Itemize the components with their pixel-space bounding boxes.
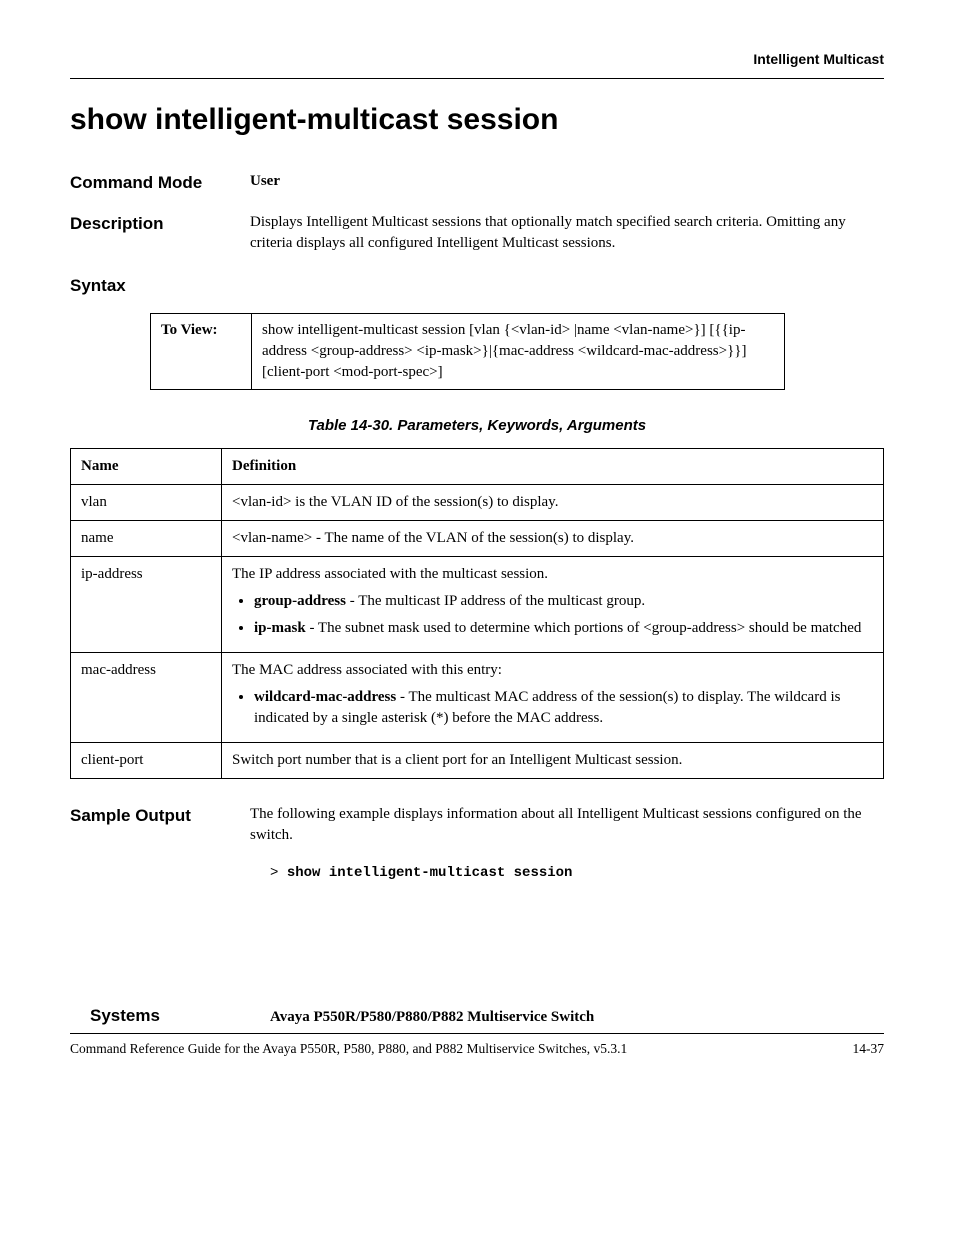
sample-output-row: Sample Output The following example disp…	[70, 804, 884, 846]
bullet-term: wildcard-mac-address	[254, 689, 396, 705]
header-rule	[70, 78, 884, 79]
list-item: ip-mask - The subnet mask used to determ…	[254, 618, 873, 639]
syntax-row: To View: show intelligent-multicast sess…	[151, 314, 785, 390]
param-table: Name Definition vlan <vlan-id> is the VL…	[70, 448, 884, 779]
footer-rule	[70, 1033, 884, 1034]
bullet-term: group-address	[254, 593, 346, 609]
param-header-name: Name	[71, 449, 222, 485]
bullet-term: ip-mask	[254, 620, 306, 636]
param-table-caption: Table 14-30. Parameters, Keywords, Argum…	[70, 415, 884, 436]
footer-right: 14-37	[853, 1040, 885, 1059]
systems-label: Systems	[70, 1004, 270, 1028]
param-name: client-port	[71, 743, 222, 779]
syntax-row-label: To View:	[151, 314, 252, 390]
param-def-text: The MAC address associated with this ent…	[232, 662, 502, 678]
table-row: client-port Switch port number that is a…	[71, 743, 884, 779]
table-row: mac-address The MAC address associated w…	[71, 653, 884, 743]
sample-output-label: Sample Output	[70, 804, 250, 828]
description-value: Displays Intelligent Multicast sessions …	[250, 212, 884, 254]
param-def-text: The IP address associated with the multi…	[232, 566, 548, 582]
description-label: Description	[70, 212, 250, 236]
param-definition: <vlan-id> is the VLAN ID of the session(…	[222, 485, 884, 521]
table-row: name <vlan-name> - The name of the VLAN …	[71, 521, 884, 557]
list-item: group-address - The multicast IP address…	[254, 591, 873, 612]
param-definition: The MAC address associated with this ent…	[222, 653, 884, 743]
command-mode-value: User	[250, 171, 884, 192]
command-mode-row: Command Mode User	[70, 171, 884, 195]
header-section: Intelligent Multicast	[70, 50, 884, 70]
sample-prompt: >	[270, 865, 287, 881]
sample-output-value: The following example displays informati…	[250, 804, 884, 846]
param-table-header-row: Name Definition	[71, 449, 884, 485]
sample-code: > show intelligent-multicast session	[270, 864, 884, 884]
table-row: ip-address The IP address associated wit…	[71, 557, 884, 653]
page-title: show intelligent-multicast session	[70, 99, 884, 141]
sample-command: show intelligent-multicast session	[287, 865, 573, 881]
syntax-row-value: show intelligent-multicast session [vlan…	[252, 314, 785, 390]
param-definition: Switch port number that is a client port…	[222, 743, 884, 779]
footer-left: Command Reference Guide for the Avaya P5…	[70, 1040, 627, 1059]
param-name: name	[71, 521, 222, 557]
param-name: ip-address	[71, 557, 222, 653]
param-name: vlan	[71, 485, 222, 521]
systems-row: Systems Avaya P550R/P580/P880/P882 Multi…	[70, 1004, 884, 1028]
param-definition: The IP address associated with the multi…	[222, 557, 884, 653]
bullet-text: - The subnet mask used to determine whic…	[306, 620, 862, 636]
footer: Command Reference Guide for the Avaya P5…	[70, 1040, 884, 1059]
param-name: mac-address	[71, 653, 222, 743]
table-row: vlan <vlan-id> is the VLAN ID of the ses…	[71, 485, 884, 521]
systems-value: Avaya P550R/P580/P880/P882 Multiservice …	[270, 1007, 884, 1028]
param-bullets: wildcard-mac-address - The multicast MAC…	[232, 687, 873, 729]
syntax-table: To View: show intelligent-multicast sess…	[150, 313, 785, 390]
command-mode-label: Command Mode	[70, 171, 250, 195]
list-item: wildcard-mac-address - The multicast MAC…	[254, 687, 873, 729]
param-header-definition: Definition	[222, 449, 884, 485]
description-row: Description Displays Intelligent Multica…	[70, 212, 884, 254]
bullet-text: - The multicast IP address of the multic…	[346, 593, 645, 609]
param-definition: <vlan-name> - The name of the VLAN of th…	[222, 521, 884, 557]
param-bullets: group-address - The multicast IP address…	[232, 591, 873, 639]
syntax-heading: Syntax	[70, 274, 884, 298]
